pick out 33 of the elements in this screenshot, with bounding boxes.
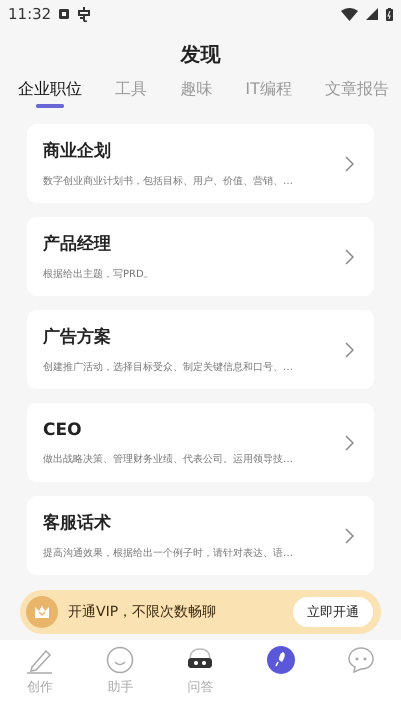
card-description: 做出战略决策、管理财务业绩、代表公司。运用领导技… <box>43 452 294 466</box>
prompt-card[interactable]: 广告方案 创建推广活动，选择目标受众、制定关键信息和口号、… <box>27 310 374 389</box>
card-description: 根据给出主题，写PRD。 <box>43 268 155 281</box>
wifi-icon <box>341 8 358 20</box>
card-title: 商业企划 <box>43 140 112 162</box>
chevron-right-icon <box>345 528 354 544</box>
card-description: 提高沟通效果，根据给出一个例子时，请针对表达、语… <box>43 546 294 560</box>
card-title: 广告方案 <box>43 326 112 348</box>
card-title: CEO <box>43 420 83 440</box>
status-time: 11:32 <box>8 5 52 23</box>
card-description: 数字创业商业计划书，包括目标、用户、价值、营销、… <box>43 174 294 188</box>
category-tab[interactable]: 企业职位 <box>18 78 82 108</box>
prompt-card[interactable]: 商业企划 数字创业商业计划书，包括目标、用户、价值、营销、… <box>27 124 374 203</box>
prompt-card[interactable]: 客服话术 提高沟通效果，根据给出一个例子时，请针对表达、语… <box>27 496 374 575</box>
activate-button[interactable]: 立即开通 <box>293 597 373 627</box>
rocket-icon <box>266 646 295 674</box>
chevron-right-icon <box>345 434 354 450</box>
chevron-right-icon <box>345 342 354 358</box>
smile-icon <box>106 646 134 674</box>
signal-icon <box>366 8 378 20</box>
chat-icon <box>346 646 375 674</box>
prompt-card[interactable]: 产品经理 根据给出主题，写PRD。 <box>27 217 374 296</box>
page-title: 发现 <box>179 41 222 68</box>
chevron-right-icon <box>345 248 354 264</box>
card-title: 产品经理 <box>43 233 112 255</box>
prompt-card[interactable]: CEO 做出战略决策、管理财务业绩、代表公司。运用领导技… <box>27 403 374 482</box>
battery-icon <box>386 8 393 20</box>
crown-icon <box>26 596 58 628</box>
vip-banner[interactable]: 开通VIP，不限次数畅聊 立即开通 <box>20 590 381 634</box>
chevron-right-icon <box>345 156 354 172</box>
card-description: 创建推广活动，选择目标受众、制定关键信息和口号、… <box>43 360 294 374</box>
vip-promo-text: 开通VIP，不限次数畅聊 <box>68 603 218 621</box>
card-title: 客服话术 <box>43 512 112 534</box>
